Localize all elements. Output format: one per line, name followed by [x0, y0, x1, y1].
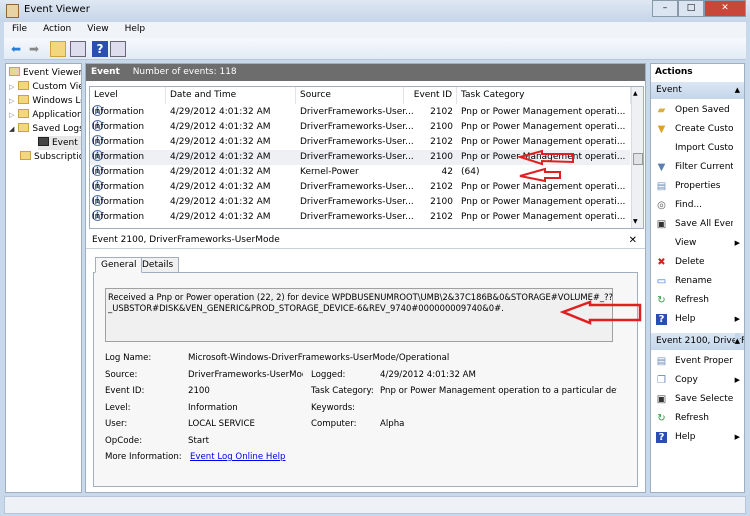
status-bar [4, 496, 746, 514]
red-arrow-annotation [516, 149, 574, 166]
red-arrow-annotation [519, 167, 561, 183]
tab-general[interactable]: General [95, 257, 143, 273]
red-arrow-annotation [559, 300, 642, 325]
